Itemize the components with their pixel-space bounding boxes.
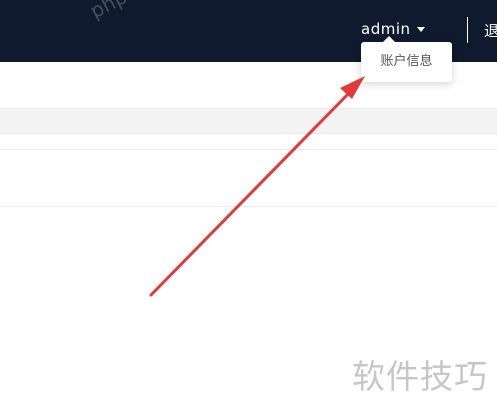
table-row-divider xyxy=(0,206,497,207)
menu-item-account-info[interactable]: 账户信息 xyxy=(361,42,452,82)
table-header-row xyxy=(0,108,497,134)
logout-button[interactable]: 退 xyxy=(484,20,497,41)
table-row-divider xyxy=(0,149,497,150)
header-divider xyxy=(467,17,468,43)
watermark-bottom: 软件技巧 xyxy=(352,357,488,396)
user-dropdown-menu: 账户信息 xyxy=(361,36,452,82)
chevron-down-icon xyxy=(416,27,425,32)
